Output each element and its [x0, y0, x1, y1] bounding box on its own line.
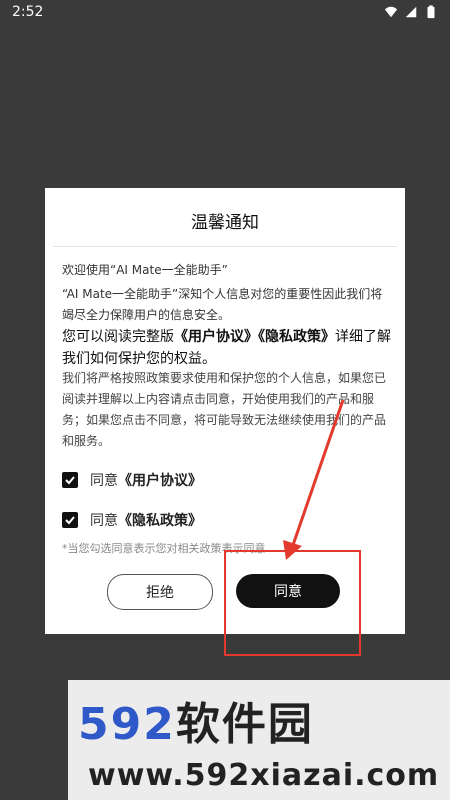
- privacy-policy-check-label: 同意《隐私政策》: [90, 510, 202, 530]
- dialog-title: 温馨通知: [191, 213, 259, 233]
- status-time: 2:52: [12, 4, 44, 20]
- read-prefix: 您可以阅读完整版: [62, 329, 174, 345]
- brand-number: 592: [78, 699, 176, 750]
- read-agreement-text: 您可以阅读完整版《用户协议》《隐私政策》详细了解我们如何保护您的权益。: [62, 326, 392, 370]
- agree-prefix: 同意: [90, 513, 118, 529]
- user-agreement-checkbox[interactable]: [62, 472, 78, 488]
- agree-prefix: 同意: [90, 473, 118, 489]
- policy-text: 我们将严格按照政策要求使用和保护您的个人信息，如果您已阅读并理解以上内容请点击同…: [62, 371, 387, 448]
- battery-icon: [427, 5, 435, 19]
- check-privacy-policy-link[interactable]: 《隐私政策》: [118, 513, 202, 529]
- watermark-banner: 592软件园 www.592xiazai.com: [68, 680, 450, 800]
- highlight-box: [224, 550, 361, 656]
- status-bar: 2:52: [0, 0, 450, 26]
- signal-icon: [405, 6, 417, 18]
- privacy-policy-link[interactable]: 《隐私政策》: [258, 329, 335, 345]
- status-icons: [384, 5, 438, 19]
- watermark-brand: 592软件园: [78, 688, 314, 752]
- brand-cn: 软件园: [175, 699, 314, 750]
- check-user-agreement-link[interactable]: 《用户协议》: [118, 473, 202, 489]
- reject-button[interactable]: 拒绝: [107, 574, 213, 610]
- check-icon: [65, 476, 75, 485]
- agree-privacy-policy-row[interactable]: 同意《隐私政策》: [62, 510, 202, 530]
- watermark-url: www.592xiazai.com: [88, 758, 440, 793]
- privacy-policy-checkbox[interactable]: [62, 512, 78, 528]
- title-divider: [53, 246, 397, 247]
- user-agreement-link[interactable]: 《用户协议》: [174, 329, 258, 345]
- agree-user-agreement-row[interactable]: 同意《用户协议》: [62, 470, 202, 490]
- intro-text: “AI Mate一全能助手”深知个人信息对您的重要性因此我们将竭尽全力保障用户的…: [62, 287, 383, 322]
- wifi-icon: [384, 6, 398, 18]
- check-icon: [65, 516, 75, 525]
- welcome-text: 欢迎使用“AI Mate一全能助手”: [62, 263, 228, 277]
- user-agreement-check-label: 同意《用户协议》: [90, 470, 202, 490]
